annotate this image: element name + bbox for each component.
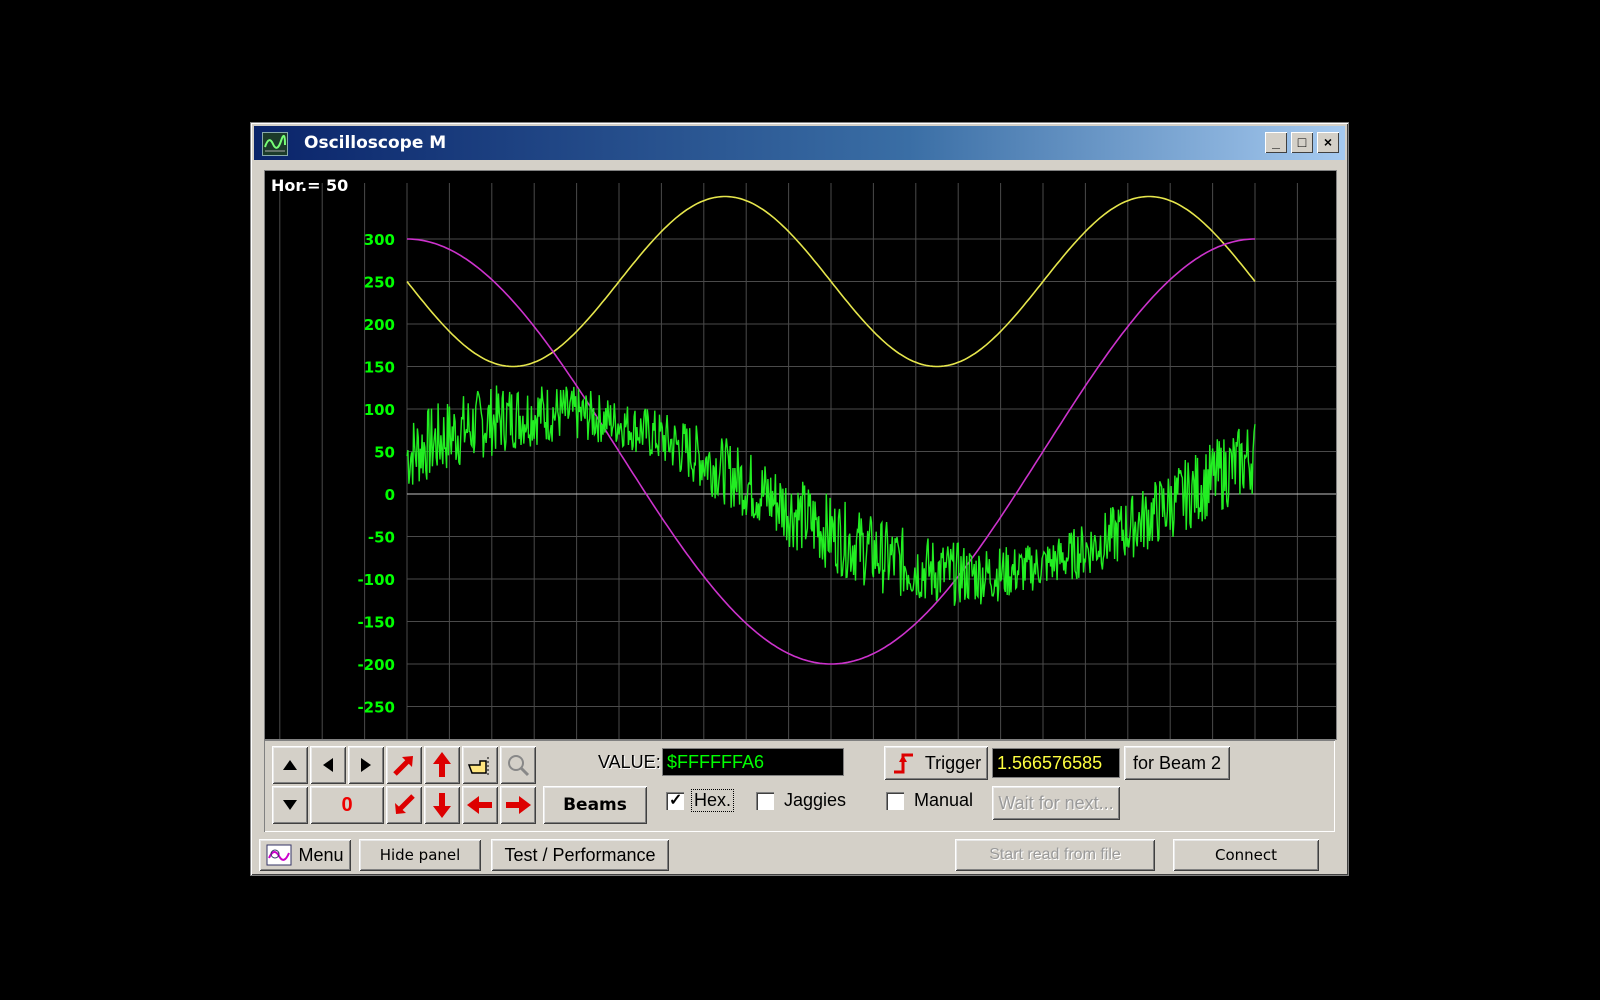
trigger-value-field[interactable]: 1.566576585 [992, 748, 1120, 778]
down-triangle-icon [283, 800, 297, 810]
zoom-button[interactable] [500, 746, 536, 784]
arrow-left-icon [467, 796, 492, 814]
y-tick-label: 150 [364, 359, 395, 377]
start-read-label: Start read from file [989, 846, 1121, 863]
up-button[interactable] [272, 746, 308, 784]
magnifier-icon [508, 755, 530, 777]
up-arrow-button[interactable] [424, 746, 460, 784]
y-tick-label: -150 [357, 614, 395, 632]
value-field: $FFFFFFA6 [662, 748, 844, 776]
y-tick-label: -200 [357, 656, 395, 674]
arrow-up-icon [433, 752, 451, 777]
manual-label[interactable]: Manual [914, 790, 973, 811]
scope-screen[interactable]: 300 250 200 150 100 50 0 -50 -100 -150 -200 -250 Ho… [264, 170, 1337, 740]
y-tick-label: 200 [364, 316, 395, 334]
menu-button[interactable]: Menu [259, 839, 351, 871]
menu-scope-icon [266, 844, 292, 866]
trigger-label: Trigger [924, 752, 982, 773]
for-beam-button[interactable]: for Beam 2 [1124, 746, 1230, 780]
left-arrow-button[interactable] [462, 786, 498, 824]
hand-pointer-icon [467, 757, 489, 775]
minimize-icon[interactable]: _ [1265, 132, 1287, 153]
diag-up-right-button[interactable] [386, 746, 422, 784]
y-tick-label: 250 [364, 274, 395, 292]
minimize-glyph: _ [1272, 134, 1280, 150]
up-triangle-icon [283, 760, 297, 770]
oscilloscope-window: Oscilloscope M _ □ × 300 250 200 150 100 50 0 -… [250, 122, 1349, 876]
y-tick-label: -250 [357, 699, 395, 717]
left-triangle-icon [323, 758, 333, 772]
maximize-icon[interactable]: □ [1291, 132, 1313, 153]
y-tick-label: 50 [374, 444, 395, 462]
y-tick-label: 100 [364, 401, 395, 419]
connect-label: Connect [1214, 846, 1278, 864]
jaggies-checkbox[interactable] [756, 792, 774, 810]
hide-panel-label: Hide panel [379, 846, 461, 864]
hand-button[interactable] [462, 746, 498, 784]
arrow-down-icon [433, 793, 451, 818]
arrow-right-icon [506, 796, 531, 814]
trigger-button[interactable]: Trigger [884, 746, 988, 780]
app-icon [262, 132, 288, 156]
test-performance-button[interactable]: Test / Performance [491, 839, 669, 871]
title-bar[interactable]: Oscilloscope M _ □ × [254, 126, 1345, 160]
jaggies-label[interactable]: Jaggies [784, 790, 846, 811]
for-beam-label: for Beam 2 [1132, 752, 1222, 773]
arrow-up-right-icon [393, 756, 413, 776]
right-button[interactable] [348, 746, 384, 784]
left-button[interactable] [310, 746, 346, 784]
down-button[interactable] [272, 786, 308, 824]
close-icon[interactable]: × [1317, 132, 1339, 153]
down-arrow-button[interactable] [424, 786, 460, 824]
hex-label[interactable]: Hex. [690, 789, 735, 812]
right-arrow-button[interactable] [500, 786, 536, 824]
zero-offset-value: 0 [341, 793, 353, 816]
rising-edge-icon [893, 753, 913, 774]
y-tick-label: -100 [357, 571, 395, 589]
hide-panel-button[interactable]: Hide panel [359, 839, 481, 871]
y-tick-label: -50 [368, 529, 395, 547]
y-tick-label: 0 [385, 486, 395, 504]
value-label: VALUE: [598, 752, 661, 772]
control-panel: 0 Beams VALUE: $FFFFFFA6 ✓ Hex. Jaggies … [264, 740, 1335, 832]
diag-down-left-button[interactable] [386, 786, 422, 824]
scope-plot: 300 250 200 150 100 50 0 -50 -100 -150 -200 -250 Ho… [271, 176, 1336, 739]
wait-for-next-label: Wait for next... [998, 792, 1114, 813]
close-glyph: × [1323, 134, 1333, 150]
hex-checkbox[interactable]: ✓ [666, 792, 684, 810]
beams-button[interactable]: Beams [543, 786, 647, 824]
menu-label: Menu [298, 844, 344, 865]
value-text: $FFFFFFA6 [667, 751, 765, 772]
connect-button[interactable]: Connect [1173, 839, 1319, 871]
arrow-down-left-icon [395, 794, 415, 814]
hor-label: Hor.= 50 [271, 176, 348, 195]
start-read-button[interactable]: Start read from file [955, 839, 1155, 871]
wait-for-next-button[interactable]: Wait for next... [992, 786, 1120, 820]
manual-checkbox[interactable] [886, 792, 904, 810]
check-mark-icon: ✓ [669, 792, 683, 809]
window-title: Oscilloscope M [304, 133, 447, 153]
right-triangle-icon [361, 758, 371, 772]
y-tick-label: 300 [364, 231, 395, 249]
zero-offset-button[interactable]: 0 [310, 786, 384, 824]
maximize-glyph: □ [1297, 134, 1307, 150]
beams-label: Beams [563, 795, 627, 815]
trigger-value: 1.566576585 [997, 752, 1103, 773]
test-performance-label: Test / Performance [504, 844, 656, 865]
